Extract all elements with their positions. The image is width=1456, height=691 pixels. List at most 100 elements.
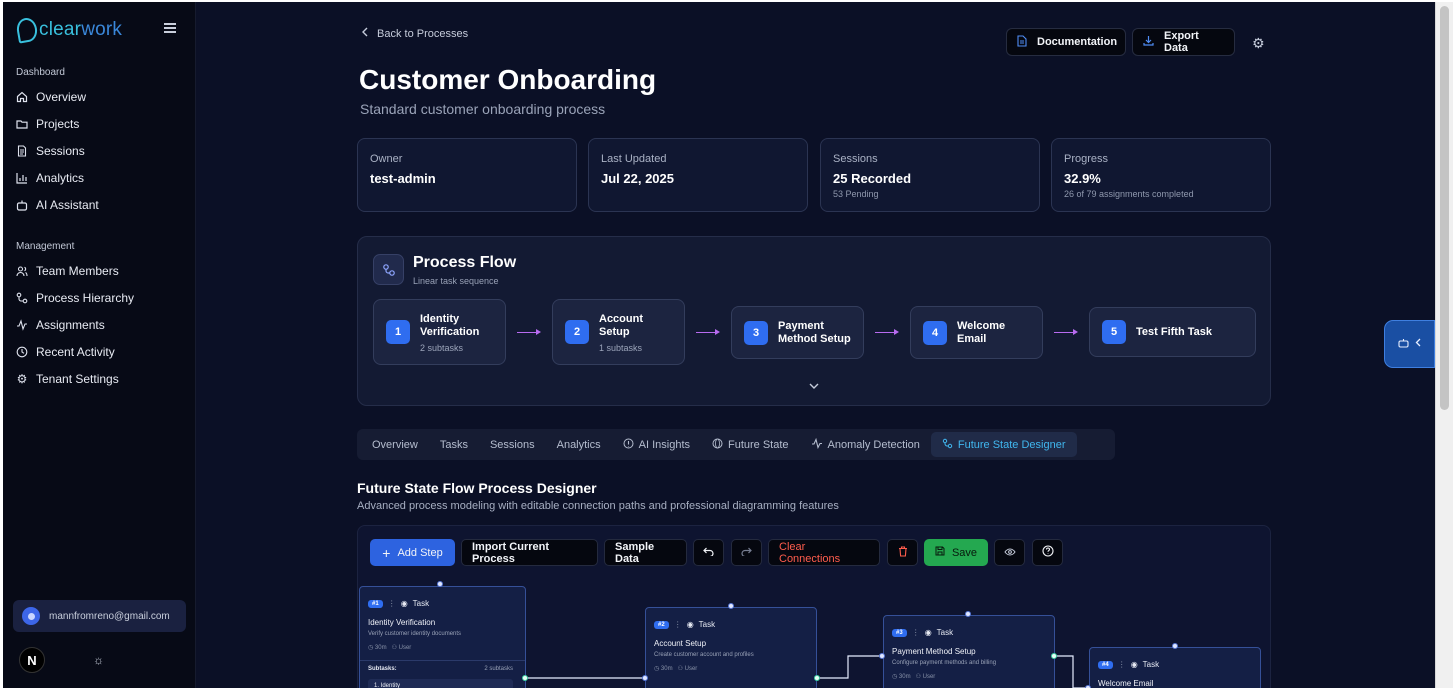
tab-anomaly-detection[interactable]: Anomaly Detection [800, 432, 931, 457]
expand-chevron-down-icon[interactable] [809, 381, 819, 393]
sidebar-item-label: Projects [36, 117, 80, 131]
page-scrollbar[interactable] [1435, 2, 1453, 688]
step-number: 1 [386, 320, 410, 344]
step-subtasks: 1 subtasks [599, 343, 643, 353]
designer-node-welcome-email[interactable]: #4 ⋮ ◉ Task Welcome Email [1089, 647, 1261, 688]
export-data-button[interactable]: Export Data [1132, 28, 1235, 56]
file-text-icon [1017, 34, 1027, 50]
target-icon: ◉ [1130, 660, 1138, 669]
download-icon [1143, 35, 1154, 49]
subtasks-label: Subtasks: [368, 666, 397, 672]
node-title: Payment Method Setup [892, 647, 976, 656]
sidebar-item-label: Assignments [36, 318, 105, 332]
scrollbar-thumb[interactable] [1440, 6, 1449, 410]
logo-text-suffix: work [81, 19, 123, 40]
node-meta: ◷ 30m ⚇ User [654, 666, 698, 672]
stat-label: Progress [1064, 153, 1109, 165]
stat-value: 25 Recorded [833, 171, 912, 186]
flow-step-4[interactable]: 4 Welcome Email [910, 306, 1043, 359]
folder-icon [16, 118, 28, 130]
connection-port[interactable] [728, 603, 734, 609]
flow-step-2[interactable]: 2 Account Setup 1 subtasks [552, 299, 685, 365]
designer-node-payment-method-setup[interactable]: #3 ⋮ ◉ Task Payment Method Setup Configu… [883, 615, 1055, 688]
bot-icon [1398, 338, 1409, 351]
step-name: Welcome Email [957, 320, 1006, 345]
sidebar-item-tenant-settings[interactable]: ⚙ Tenant Settings [16, 370, 119, 388]
user-profile[interactable]: mannfromreno@gmail.com [13, 600, 186, 632]
flow-step-3[interactable]: 3 Payment Method Setup [731, 306, 864, 359]
assistant-drawer-toggle[interactable] [1384, 320, 1435, 368]
sidebar-item-team-members[interactable]: Team Members [16, 262, 119, 280]
connection-port[interactable] [1172, 643, 1178, 649]
drag-handle-icon[interactable]: ⋮ [1118, 660, 1126, 669]
users-icon [16, 265, 28, 277]
logo[interactable]: clearwork [15, 16, 123, 44]
connection-port[interactable] [642, 675, 648, 681]
drag-handle-icon[interactable]: ⋮ [388, 599, 396, 608]
node-badge: #2 [654, 620, 669, 629]
documentation-button[interactable]: Documentation [1006, 28, 1126, 56]
node-type: Task [1142, 660, 1160, 669]
sidebar-item-overview[interactable]: Overview [16, 88, 86, 106]
home-icon [16, 91, 28, 103]
tab-future-state-designer[interactable]: Future State Designer [930, 432, 1077, 457]
flow-step-5[interactable]: 5 Test Fifth Task [1089, 307, 1256, 357]
step-subtasks: 2 subtasks [420, 343, 464, 353]
back-link[interactable]: Back to Processes [361, 27, 468, 40]
stat-label: Owner [370, 153, 403, 165]
tab-sessions[interactable]: Sessions [479, 432, 546, 457]
hamburger-menu-icon[interactable] [164, 23, 176, 35]
designer-node-account-setup[interactable]: #2 ⋮ ◉ Task Account Setup Create custome… [645, 607, 817, 688]
stat-value: test-admin [370, 171, 436, 186]
flow-step-1[interactable]: 1 Identity Verification 2 subtasks [373, 299, 506, 365]
tab-analytics[interactable]: Analytics [546, 432, 612, 457]
sidebar-item-sessions[interactable]: Sessions [16, 142, 85, 160]
node-badge: #4 [1098, 660, 1113, 669]
connection-port[interactable] [879, 653, 885, 659]
node-divider [360, 660, 525, 661]
tab-future-state[interactable]: Future State [701, 432, 800, 457]
tab-ai-insights[interactable]: AI Insights [612, 432, 701, 457]
designer-node-identity-verification[interactable]: #1 ⋮ ◉ Task Identity Verification Verify… [359, 586, 526, 688]
sidebar-item-process-hierarchy[interactable]: Process Hierarchy [16, 289, 134, 307]
connection-port[interactable] [1051, 653, 1057, 659]
stat-card-last-updated: Last Updated Jul 22, 2025 [588, 138, 808, 212]
app-window: clearwork Dashboard Overview Projects Se… [3, 2, 1435, 688]
flow-arrow [875, 329, 899, 335]
theme-toggle-sun-icon[interactable]: ☼ [93, 654, 105, 666]
sidebar-item-analytics[interactable]: Analytics [16, 169, 84, 187]
tab-tasks[interactable]: Tasks [429, 432, 479, 457]
designer-canvas[interactable]: + Add Step Import Current Process Sample… [357, 525, 1271, 688]
process-flow-title: Process Flow [413, 254, 517, 271]
framework-badge[interactable]: N [19, 647, 45, 673]
flow-arrow [1054, 329, 1078, 335]
sidebar-item-label: Team Members [36, 264, 119, 278]
sidebar-item-recent-activity[interactable]: Recent Activity [16, 343, 115, 361]
sidebar-item-projects[interactable]: Projects [16, 115, 79, 133]
tab-overview[interactable]: Overview [361, 432, 429, 457]
sidebar-item-label: Recent Activity [36, 345, 115, 359]
page-subtitle: Standard customer onboarding process [360, 101, 606, 117]
avatar [22, 607, 40, 625]
designer-subtitle: Advanced process modeling with editable … [357, 500, 839, 512]
drag-handle-icon[interactable]: ⋮ [912, 628, 920, 637]
sidebar-item-label: Analytics [36, 171, 85, 185]
stat-value: 32.9% [1064, 171, 1101, 186]
subtask-item[interactable]: 1. Identity [368, 679, 513, 688]
sidebar-item-label: Tenant Settings [36, 372, 119, 386]
node-title: Account Setup [654, 639, 707, 648]
connection-port[interactable] [522, 675, 528, 681]
settings-gear-icon[interactable]: ⚙ [1252, 35, 1265, 52]
page-title: Customer Onboarding [359, 64, 657, 95]
connection-port[interactable] [965, 611, 971, 617]
step-name: Account Setup [599, 313, 643, 338]
connection-port[interactable] [814, 675, 820, 681]
connection-port[interactable] [1085, 685, 1091, 688]
connection-port[interactable] [437, 581, 443, 587]
node-description: Configure payment methods and billing [892, 660, 997, 666]
sidebar-item-assignments[interactable]: Assignments [16, 316, 105, 334]
drag-handle-icon[interactable]: ⋮ [674, 620, 682, 629]
process-flow-panel: Process Flow Linear task sequence 1 Iden… [357, 236, 1271, 406]
node-type: Task [412, 599, 430, 608]
sidebar-item-ai-assistant[interactable]: AI Assistant [16, 196, 99, 214]
